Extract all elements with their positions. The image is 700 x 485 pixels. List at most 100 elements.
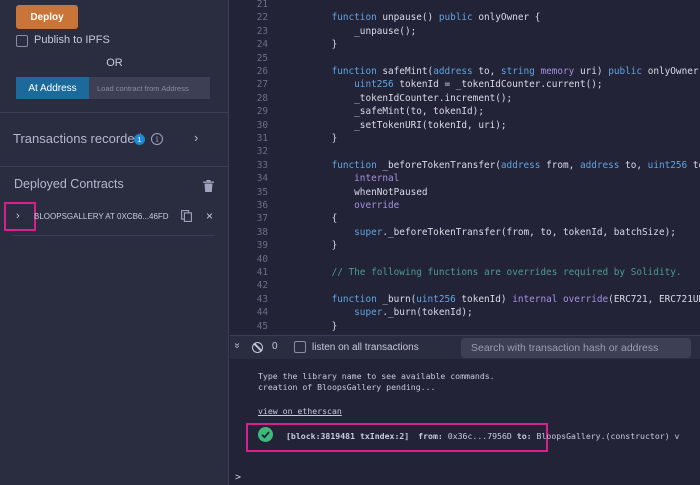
code-line[interactable]: 40 <box>230 253 700 266</box>
code-token: } <box>309 133 338 144</box>
code-line[interactable]: 27 uint256 tokenId = _tokenIdCounter.cur… <box>230 78 700 91</box>
code-line[interactable]: 38 super._beforeTokenTransfer(from, to, … <box>230 226 700 239</box>
code-token: _unpause(); <box>309 25 417 37</box>
code-line[interactable]: 35 whenNotPaused <box>230 186 700 199</box>
code-token: public <box>608 66 648 77</box>
line-number: 35 <box>256 186 268 198</box>
code-token: safeMint( <box>382 66 434 77</box>
line-number: 27 <box>256 79 268 91</box>
code-token: from, <box>546 159 580 171</box>
line-number: 42 <box>256 280 268 292</box>
code-line[interactable]: 29 _safeMint(to, tokenId); <box>230 105 700 118</box>
code-token: to, <box>478 66 501 77</box>
code-token: address <box>500 159 547 171</box>
success-check-icon <box>258 427 273 442</box>
code-line[interactable]: 45 } <box>230 320 700 333</box>
line-number: 25 <box>256 52 268 64</box>
transaction-log-entry[interactable]: [block:3819481 txIndex:2] from: 0x36c...… <box>286 431 679 441</box>
listen-all-transactions-checkbox[interactable] <box>294 341 306 353</box>
code-token: } <box>309 39 338 51</box>
line-number: 33 <box>256 159 268 171</box>
code-editor[interactable]: 21 22 function unpause() public onlyOwner… <box>230 0 700 335</box>
tx-to-target: BloopsGallery.(constructor) v <box>536 431 680 441</box>
tx-to-label: to: <box>516 431 532 441</box>
line-number: 34 <box>256 173 268 185</box>
code-token: unpause() <box>382 12 439 24</box>
deploy-run-panel: Deploy Publish to IPFS OR At Address Loa… <box>0 0 229 485</box>
code-line[interactable]: 26 function safeMint(address to, string … <box>230 65 700 78</box>
code-token: ._beforeTokenTransfer(from, to, tokenId,… <box>382 226 676 238</box>
line-number: 32 <box>256 146 268 158</box>
tx-from-label: from: <box>418 431 443 441</box>
line-number: 39 <box>256 240 268 252</box>
chevron-right-icon[interactable]: › <box>194 130 198 145</box>
deployed-contracts-title: Deployed Contracts <box>14 177 124 191</box>
code-line[interactable]: 39 } <box>230 239 700 252</box>
transactions-recorded-title[interactable]: Transactions recorded <box>13 131 142 146</box>
code-line[interactable]: 37 { <box>230 212 700 225</box>
collapse-terminal-icon[interactable]: » <box>231 343 242 349</box>
code-token: function <box>309 12 383 24</box>
info-icon[interactable]: i <box>151 133 163 145</box>
code-token: _beforeTokenTransfer( <box>382 159 501 171</box>
code-token: _tokenIdCounter.increment(); <box>309 92 513 104</box>
code-token: tokenId, ui <box>692 159 700 171</box>
trash-icon[interactable] <box>203 180 214 192</box>
at-address-input[interactable]: Load contract from Address <box>89 77 210 99</box>
code-line[interactable]: 30 _setTokenURI(tokenId, uri); <box>230 119 700 132</box>
publish-ipfs-checkbox[interactable] <box>16 35 28 47</box>
code-token: function <box>309 159 383 171</box>
line-number: 21 <box>256 0 268 10</box>
transaction-search-input[interactable]: Search with transaction hash or address <box>461 338 691 358</box>
code-line[interactable]: 33 function _beforeTokenTransfer(address… <box>230 159 700 172</box>
code-token: override <box>309 200 400 211</box>
code-line[interactable]: 31 } <box>230 132 700 145</box>
line-number: 41 <box>256 267 268 278</box>
tx-block-info: [block:3819481 txIndex:2] <box>286 431 410 441</box>
terminal-line: Type the library name to see available c… <box>258 371 495 381</box>
code-token: uint256 <box>647 159 693 171</box>
line-number: 36 <box>256 200 268 211</box>
code-token: // The following functions are overrides… <box>309 267 682 278</box>
view-on-etherscan-link[interactable]: view on etherscan <box>258 406 342 416</box>
code-line[interactable]: 25 <box>230 52 700 65</box>
code-token: } <box>309 240 338 252</box>
code-token: super <box>309 307 383 319</box>
code-token: super <box>309 226 383 238</box>
close-icon[interactable]: × <box>206 209 213 223</box>
code-line[interactable]: 23 _unpause(); <box>230 25 700 38</box>
deployed-contract-name[interactable]: BLOOPSGALLERY AT 0XCB6...46FD <box>34 212 169 221</box>
highlight-annotation <box>4 202 36 231</box>
code-line[interactable]: 21 <box>230 0 700 11</box>
code-line[interactable]: 42 <box>230 279 700 292</box>
code-token: uint256 <box>416 293 462 305</box>
at-address-button[interactable]: At Address <box>16 77 89 99</box>
pending-count: 0 <box>272 341 278 352</box>
code-token: function <box>309 66 383 77</box>
code-token: onlyOwner { <box>647 66 699 77</box>
code-line[interactable]: 28 _tokenIdCounter.increment(); <box>230 92 700 105</box>
code-token: function <box>309 293 383 305</box>
code-token: tokenId) <box>461 293 513 305</box>
code-line[interactable]: 34 internal <box>230 172 700 185</box>
code-token: internal <box>309 173 400 185</box>
code-line[interactable]: 24 } <box>230 38 700 51</box>
clear-console-icon[interactable] <box>252 342 263 353</box>
terminal-line: creation of BloopsGallery pending... <box>258 382 436 392</box>
code-token: tokenId = _tokenIdCounter.current(); <box>399 79 603 91</box>
line-number: 44 <box>256 307 268 319</box>
publish-ipfs-label: Publish to IPFS <box>34 34 110 46</box>
code-token: string <box>500 66 541 77</box>
deploy-button[interactable]: Deploy <box>16 5 78 29</box>
code-token: address <box>433 66 479 77</box>
code-line[interactable]: 41 // The following functions are overri… <box>230 266 700 279</box>
copy-icon[interactable] <box>181 210 192 222</box>
code-line[interactable]: 22 function unpause() public onlyOwner { <box>230 11 700 24</box>
expand-contract-chevron[interactable]: › <box>16 210 20 222</box>
code-line[interactable]: 32 <box>230 145 700 158</box>
terminal-prompt[interactable]: > <box>235 472 241 483</box>
code-line[interactable]: 43 function _burn(uint256 tokenId) inter… <box>230 293 700 306</box>
listen-all-transactions-label: listen on all transactions <box>312 342 419 353</box>
code-line[interactable]: 44 super._burn(tokenId); <box>230 306 700 319</box>
code-line[interactable]: 36 override <box>230 199 700 212</box>
